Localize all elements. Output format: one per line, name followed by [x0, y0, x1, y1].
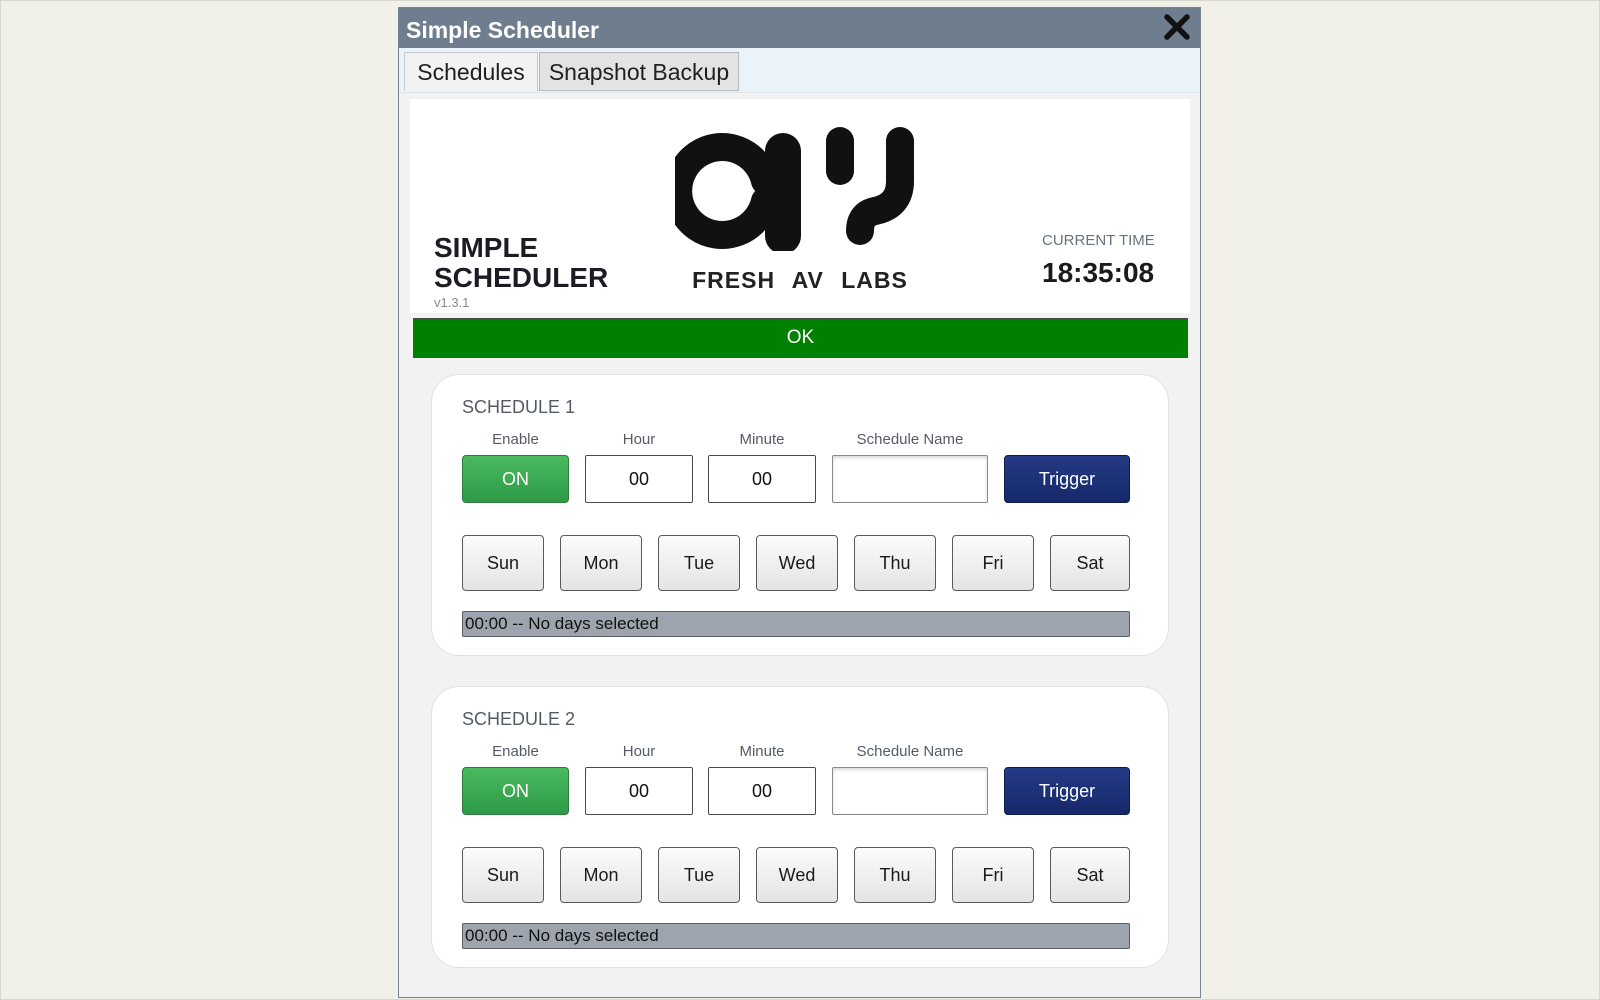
day-button-wed[interactable]: Wed — [756, 847, 838, 903]
window-title: Simple Scheduler — [406, 17, 600, 43]
schedule-name-label: Schedule Name — [856, 743, 964, 760]
version-label: v1.3.1 — [434, 295, 470, 310]
close-icon[interactable] — [1162, 12, 1192, 42]
hour-label: Hour — [622, 431, 656, 448]
day-button-sat[interactable]: Sat — [1050, 535, 1130, 591]
status-bar: OK — [413, 318, 1188, 358]
enable-label: Enable — [492, 431, 539, 448]
schedule-name-input[interactable] — [832, 767, 988, 815]
minute-label: Minute — [739, 743, 785, 760]
schedule-title: SCHEDULE 1 — [462, 397, 576, 417]
app-name-line1: SIMPLE — [434, 232, 539, 263]
current-time-label: CURRENT TIME — [1042, 232, 1155, 249]
enable-toggle-button[interactable]: ON — [462, 455, 569, 503]
schedule-name-input[interactable] — [832, 455, 988, 503]
hour-input[interactable] — [585, 767, 693, 815]
scheduler-window: Simple Scheduler Schedules Snapshot Back… — [398, 7, 1201, 998]
header-panel: SIMPLE SCHEDULER v1.3.1 FRESH AV LABS CU… — [410, 99, 1190, 313]
minute-input[interactable] — [708, 767, 816, 815]
enable-label: Enable — [492, 743, 539, 760]
trigger-button[interactable]: Trigger — [1004, 455, 1130, 503]
current-time-value: 18:35:08 — [1042, 257, 1155, 288]
minute-label: Minute — [739, 431, 785, 448]
schedule-summary: 00:00 -- No days selected — [462, 611, 1130, 637]
day-button-sun[interactable]: Sun — [462, 535, 544, 591]
schedule-summary: 00:00 -- No days selected — [462, 923, 1130, 949]
minute-input[interactable] — [708, 455, 816, 503]
tab-schedules[interactable]: Schedules — [404, 52, 538, 91]
brand-name: FRESH AV LABS — [692, 267, 908, 293]
app-name: SIMPLE SCHEDULER — [434, 233, 634, 293]
app-name-line2: SCHEDULER — [434, 262, 609, 293]
trigger-button[interactable]: Trigger — [1004, 767, 1130, 815]
day-button-sun[interactable]: Sun — [462, 847, 544, 903]
day-button-mon[interactable]: Mon — [560, 847, 642, 903]
day-button-tue[interactable]: Tue — [658, 847, 740, 903]
day-button-thu[interactable]: Thu — [854, 847, 936, 903]
schedule-card-2: SCHEDULE 2 Enable Hour Minute Schedule N… — [431, 686, 1169, 968]
day-button-thu[interactable]: Thu — [854, 535, 936, 591]
schedule-title: SCHEDULE 2 — [462, 709, 576, 729]
day-button-fri[interactable]: Fri — [952, 847, 1034, 903]
day-button-tue[interactable]: Tue — [658, 535, 740, 591]
hour-input[interactable] — [585, 455, 693, 503]
schedule-name-label: Schedule Name — [856, 431, 964, 448]
enable-toggle-button[interactable]: ON — [462, 767, 569, 815]
tab-bar: Schedules Snapshot Backup — [399, 48, 1200, 93]
day-button-fri[interactable]: Fri — [952, 535, 1034, 591]
schedule-card-1: SCHEDULE 1 Enable Hour Minute Schedule N… — [431, 374, 1169, 656]
day-button-sat[interactable]: Sat — [1050, 847, 1130, 903]
fresh-av-labs-logo-icon — [675, 127, 914, 251]
day-button-wed[interactable]: Wed — [756, 535, 838, 591]
day-button-mon[interactable]: Mon — [560, 535, 642, 591]
tab-snapshot-backup[interactable]: Snapshot Backup — [539, 52, 739, 91]
hour-label: Hour — [622, 743, 656, 760]
title-bar: Simple Scheduler — [399, 8, 1200, 48]
